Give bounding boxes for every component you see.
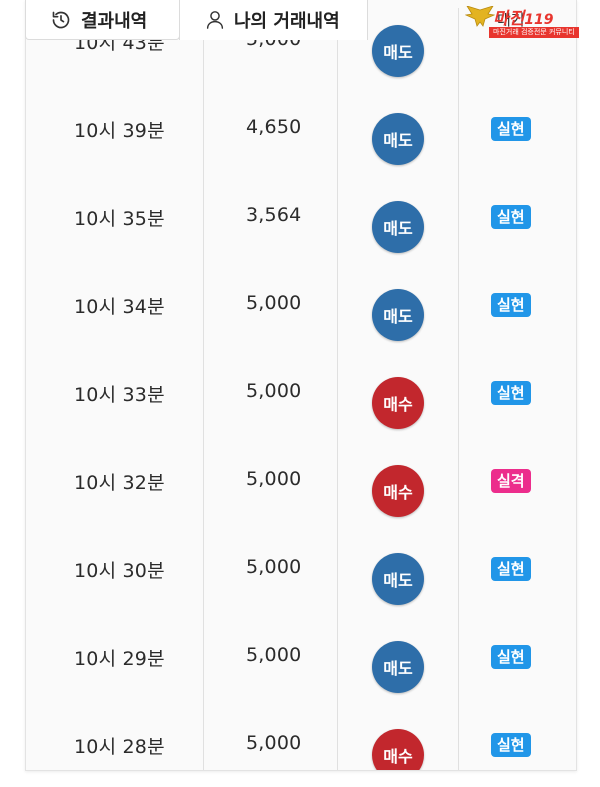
trade-type-badge: 매수 <box>372 377 424 429</box>
time-cell: 10시 34분 <box>36 272 204 360</box>
tab-results[interactable]: 결과내역 <box>25 0 180 40</box>
table-row: 10시 39분 4,650 매도 실현 <box>36 96 569 185</box>
type-cell: 매도 <box>338 624 459 712</box>
tab-my-trades[interactable]: 나의 거래내역 <box>179 0 368 40</box>
type-cell: 매수 <box>338 448 459 536</box>
history-icon <box>51 10 71 30</box>
table-row: 10시 29분 5,000 매도 실현 <box>36 624 569 713</box>
tab-my-trades-label: 나의 거래내역 <box>234 11 340 32</box>
amount-cell: 5,000 <box>204 536 338 624</box>
trade-type-badge: 매수 <box>372 729 424 770</box>
result-badge: 실현 <box>491 381 531 405</box>
result-badge: 실현 <box>491 733 531 757</box>
table-row: 10시 28분 5,000 매수 실현 <box>36 712 569 770</box>
result-badge: 실현 <box>491 205 531 229</box>
result-badge: 실현 <box>491 557 531 581</box>
time-cell: 10시 29분 <box>36 624 204 712</box>
time-cell: 10시 32분 <box>36 448 204 536</box>
trade-type-badge: 매도 <box>372 553 424 605</box>
time-text: 10시 39분 <box>74 120 165 142</box>
result-cell: 실현 <box>459 536 569 624</box>
time-cell: 10시 30분 <box>36 536 204 624</box>
amount-cell: 5,000 <box>204 624 338 712</box>
logo-tagline: 마진거래 검증전문 커뮤니티 <box>489 27 579 38</box>
amount-text: 5,000 <box>246 468 302 490</box>
result-cell: 실현 <box>459 272 569 360</box>
result-cell: 실현 <box>459 360 569 448</box>
time-text: 10시 28분 <box>74 736 165 758</box>
amount-text: 5,000 <box>246 556 302 578</box>
result-badge: 실현 <box>491 645 531 669</box>
amount-text: 5,000 <box>246 292 302 314</box>
time-cell: 10시 28분 <box>36 712 204 770</box>
time-cell: 10시 33분 <box>36 360 204 448</box>
type-cell: 매수 <box>338 360 459 448</box>
table-row: 10시 35분 3,564 매도 실현 <box>36 184 569 273</box>
trade-type-badge: 매도 <box>372 201 424 253</box>
tab-bar: 결과내역 나의 거래내역 마진119 마진거래 검증전문 커뮤니티 <box>0 0 600 40</box>
table-row: 10시 33분 5,000 매수 실현 <box>36 360 569 449</box>
amount-text: 5,000 <box>246 644 302 666</box>
time-text: 10시 34분 <box>74 296 165 318</box>
site-logo: 마진119 마진거래 검증전문 커뮤니티 <box>465 4 595 38</box>
amount-text: 5,000 <box>246 380 302 402</box>
amount-text: 4,650 <box>246 116 302 138</box>
trade-type-badge: 매도 <box>372 641 424 693</box>
time-text: 10시 29분 <box>74 648 165 670</box>
amount-text: 5,000 <box>246 732 302 754</box>
amount-cell: 5,000 <box>204 272 338 360</box>
result-badge: 실현 <box>491 117 531 141</box>
time-text: 10시 30분 <box>74 560 165 582</box>
result-cell: 실현 <box>459 96 569 184</box>
amount-cell: 5,000 <box>204 712 338 770</box>
user-icon <box>206 10 224 30</box>
time-text: 10시 35분 <box>74 208 165 230</box>
type-cell: 매도 <box>338 96 459 184</box>
trade-type-badge: 매수 <box>372 465 424 517</box>
amount-cell: 4,650 <box>204 96 338 184</box>
trade-type-badge: 매도 <box>372 113 424 165</box>
result-badge: 실격 <box>491 469 531 493</box>
tab-results-label: 결과내역 <box>81 10 148 32</box>
amount-cell: 3,564 <box>204 184 338 272</box>
result-cell: 실현 <box>459 712 569 770</box>
result-badge: 실현 <box>491 293 531 317</box>
table-row: 10시 34분 5,000 매도 실현 <box>36 272 569 361</box>
type-cell: 매수 <box>338 712 459 770</box>
trade-history-table: 10시 43분 5,000 매도 대기 10시 39분 4,650 매도 실현 … <box>25 0 577 771</box>
result-cell: 실격 <box>459 448 569 536</box>
result-cell: 실현 <box>459 624 569 712</box>
logo-text: 마진119 <box>493 4 554 29</box>
amount-cell: 5,000 <box>204 360 338 448</box>
logo-number: 119 <box>524 12 554 28</box>
type-cell: 매도 <box>338 272 459 360</box>
time-cell: 10시 35분 <box>36 184 204 272</box>
time-text: 10시 33분 <box>74 384 165 406</box>
time-text: 10시 32분 <box>74 472 165 494</box>
result-cell: 실현 <box>459 184 569 272</box>
type-cell: 매도 <box>338 536 459 624</box>
table-row: 10시 32분 5,000 매수 실격 <box>36 448 569 537</box>
trade-type-badge: 매도 <box>372 289 424 341</box>
table-row: 10시 30분 5,000 매도 실현 <box>36 536 569 625</box>
amount-text: 3,564 <box>246 204 302 226</box>
amount-cell: 5,000 <box>204 448 338 536</box>
logo-main-text: 마진 <box>493 9 525 29</box>
page: 10시 43분 5,000 매도 대기 10시 39분 4,650 매도 실현 … <box>0 0 600 787</box>
time-cell: 10시 39분 <box>36 96 204 184</box>
type-cell: 매도 <box>338 184 459 272</box>
eagle-emblem-icon <box>465 6 495 27</box>
